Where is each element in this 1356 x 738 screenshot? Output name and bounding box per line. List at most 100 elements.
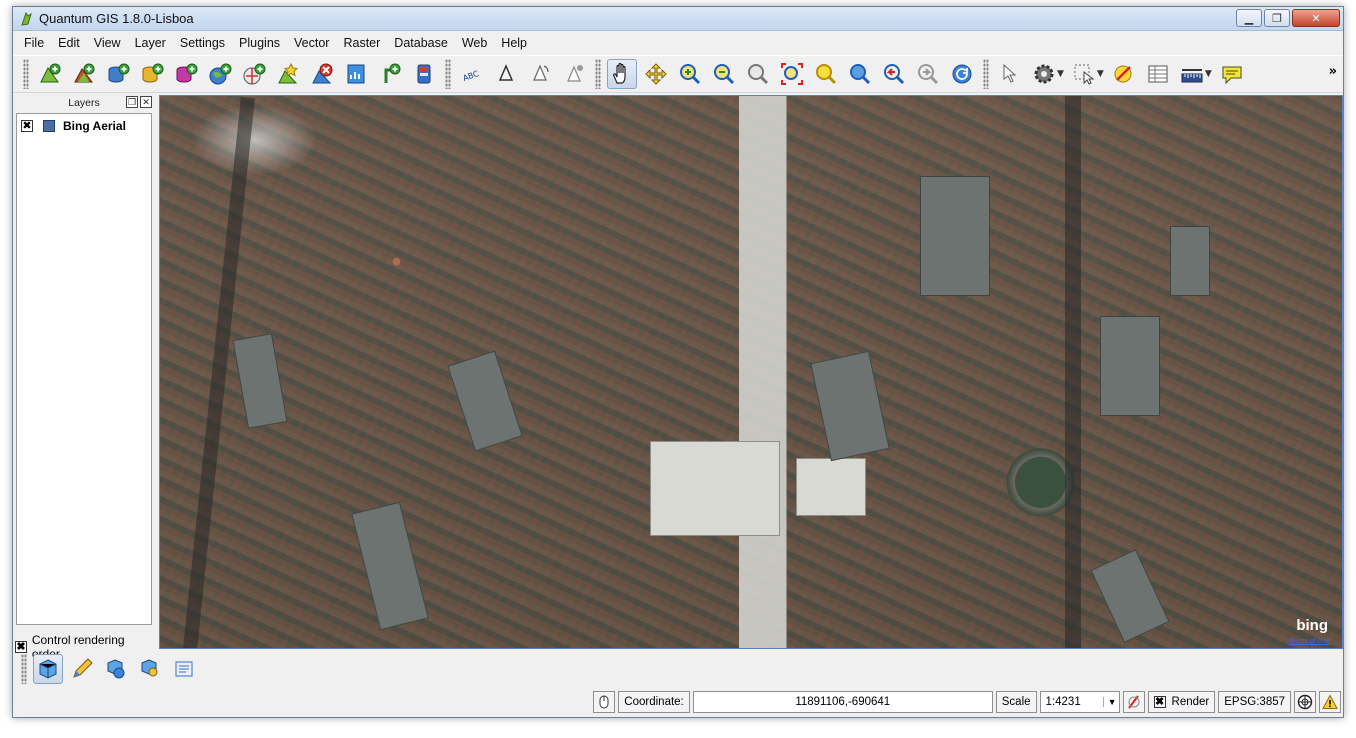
layer-visibility-checkbox[interactable]: ✖ (21, 120, 33, 132)
measure-line-button[interactable] (1177, 59, 1207, 89)
menu-file[interactable]: File (17, 34, 51, 52)
attribute-table-icon (1148, 65, 1168, 83)
messages-button[interactable] (1319, 691, 1341, 713)
refresh-button[interactable] (947, 59, 977, 89)
menu-database[interactable]: Database (387, 34, 455, 52)
pan-hand-icon (613, 62, 626, 84)
mouse-icon (599, 695, 609, 709)
chevron-down-icon[interactable]: ▼ (1102, 697, 1117, 707)
toolbar-grip[interactable] (21, 654, 27, 684)
layers-panel-title: Layers (68, 97, 100, 109)
close-button[interactable]: ✕ (1292, 9, 1340, 27)
zoom-next-button[interactable] (913, 59, 943, 89)
stop-render-button[interactable] (1122, 691, 1145, 713)
layer-metadata-button[interactable] (169, 654, 199, 684)
run-feature-action-button[interactable] (1029, 59, 1059, 89)
zoom-full-icon (781, 63, 803, 85)
deselect-features-icon (1114, 65, 1132, 83)
identify-features-button[interactable] (995, 59, 1025, 89)
add-mssql-layer-button[interactable] (171, 59, 201, 89)
new-shapefile-layer-button[interactable] (273, 59, 303, 89)
zoom-out-icon (714, 64, 735, 85)
open-attribute-table-button[interactable] (1143, 59, 1173, 89)
add-spatialite-layer-button[interactable] (137, 59, 167, 89)
add-vector-layer-button[interactable] (35, 59, 65, 89)
toolbar-grip[interactable] (23, 59, 29, 89)
layer-properties-button[interactable] (135, 654, 165, 684)
window-title: Quantum GIS 1.8.0-Lisboa (39, 11, 194, 26)
add-wcs-layer-button[interactable] (239, 59, 269, 89)
render-checkbox[interactable]: ✖ (1153, 696, 1166, 708)
add-delimited-text-icon (347, 64, 365, 84)
pan-to-selection-button[interactable] (641, 59, 671, 89)
menu-vector[interactable]: Vector (287, 34, 336, 52)
zoom-in-button[interactable] (675, 59, 705, 89)
scale-combobox[interactable]: 1:4231 ▼ (1039, 691, 1120, 713)
qgis-logo-icon (21, 11, 32, 26)
move-label-button[interactable] (491, 59, 521, 89)
coordinate-field[interactable]: 11891106,-690641 (692, 691, 993, 713)
terms-of-use-link[interactable]: Terms of Use (1289, 638, 1330, 645)
map-building (1100, 316, 1160, 416)
select-features-button[interactable] (1069, 59, 1099, 89)
zoom-out-button[interactable] (709, 59, 739, 89)
pan-map-button[interactable] (607, 59, 637, 89)
zoom-to-layer-button[interactable] (845, 59, 875, 89)
layer-row-bing-aerial[interactable]: ✖ Bing Aerial (21, 119, 126, 133)
warning-icon (1322, 694, 1338, 709)
menu-plugins[interactable]: Plugins (232, 34, 287, 52)
deselect-features-button[interactable] (1109, 59, 1139, 89)
menu-settings[interactable]: Settings (173, 34, 232, 52)
layer-metadata-icon (175, 661, 193, 677)
map-tips-icon (1222, 66, 1242, 85)
toolbar-grip[interactable] (445, 59, 451, 89)
map-tips-button[interactable] (1217, 59, 1247, 89)
zoom-to-layer-icon (850, 64, 871, 85)
add-wms-layer-button[interactable] (205, 59, 235, 89)
add-raster-layer-button[interactable] (69, 59, 99, 89)
add-gps-layer-button[interactable] (375, 59, 405, 89)
minimize-button[interactable]: ▁ (1236, 9, 1262, 27)
menu-view[interactable]: View (87, 34, 128, 52)
maximize-button[interactable]: ❐ (1264, 9, 1290, 27)
layers-tree[interactable]: ✖ Bing Aerial (16, 113, 152, 625)
rotate-label-icon (533, 64, 549, 81)
float-panel-button[interactable]: ❐ (126, 96, 138, 108)
remove-layer-button[interactable] (307, 59, 337, 89)
chevron-down-icon[interactable]: ▼ (1057, 69, 1064, 79)
scale-label: Scale (995, 691, 1037, 713)
chevron-down-icon[interactable]: ▼ (1205, 69, 1212, 79)
zoom-last-icon (884, 64, 905, 85)
add-postgis-layer-button[interactable] (103, 59, 133, 89)
add-delimited-text-button[interactable] (341, 59, 371, 89)
menu-layer[interactable]: Layer (128, 34, 173, 52)
menu-help[interactable]: Help (494, 34, 534, 52)
zoom-last-button[interactable] (879, 59, 909, 89)
zoom-full-button[interactable] (777, 59, 807, 89)
toolbar-grip[interactable] (595, 59, 601, 89)
label-tool-button[interactable]: ABC (457, 59, 487, 89)
toggle-coordinate-extents-button[interactable] (593, 691, 616, 713)
rotate-label-button[interactable] (525, 59, 555, 89)
zoom-in-icon (680, 64, 701, 85)
menu-raster[interactable]: Raster (336, 34, 387, 52)
new-project-layer-button[interactable] (33, 654, 63, 684)
toggle-editing-button[interactable] (67, 654, 97, 684)
menu-web[interactable]: Web (455, 34, 494, 52)
zoom-actual-size-button[interactable] (743, 59, 773, 89)
zoom-to-selection-button[interactable] (811, 59, 841, 89)
identify-features-icon (1003, 63, 1017, 83)
close-panel-button[interactable]: ✕ (140, 96, 152, 108)
open-database-button[interactable] (409, 59, 439, 89)
refresh-layer-button[interactable] (101, 654, 131, 684)
map-canvas[interactable]: bing Terms of Use (159, 95, 1343, 649)
toolbar-grip[interactable] (983, 59, 989, 89)
coordinate-label: Coordinate: (618, 691, 690, 713)
toolbar-overflow-button[interactable]: » (1329, 64, 1337, 79)
projection-button[interactable] (1294, 691, 1316, 713)
render-toggle[interactable]: ✖ Render (1147, 691, 1216, 713)
menu-edit[interactable]: Edit (51, 34, 87, 52)
chevron-down-icon[interactable]: ▼ (1097, 69, 1104, 79)
crs-status-button[interactable]: EPSG:3857 (1218, 691, 1291, 713)
change-label-button[interactable] (559, 59, 589, 89)
